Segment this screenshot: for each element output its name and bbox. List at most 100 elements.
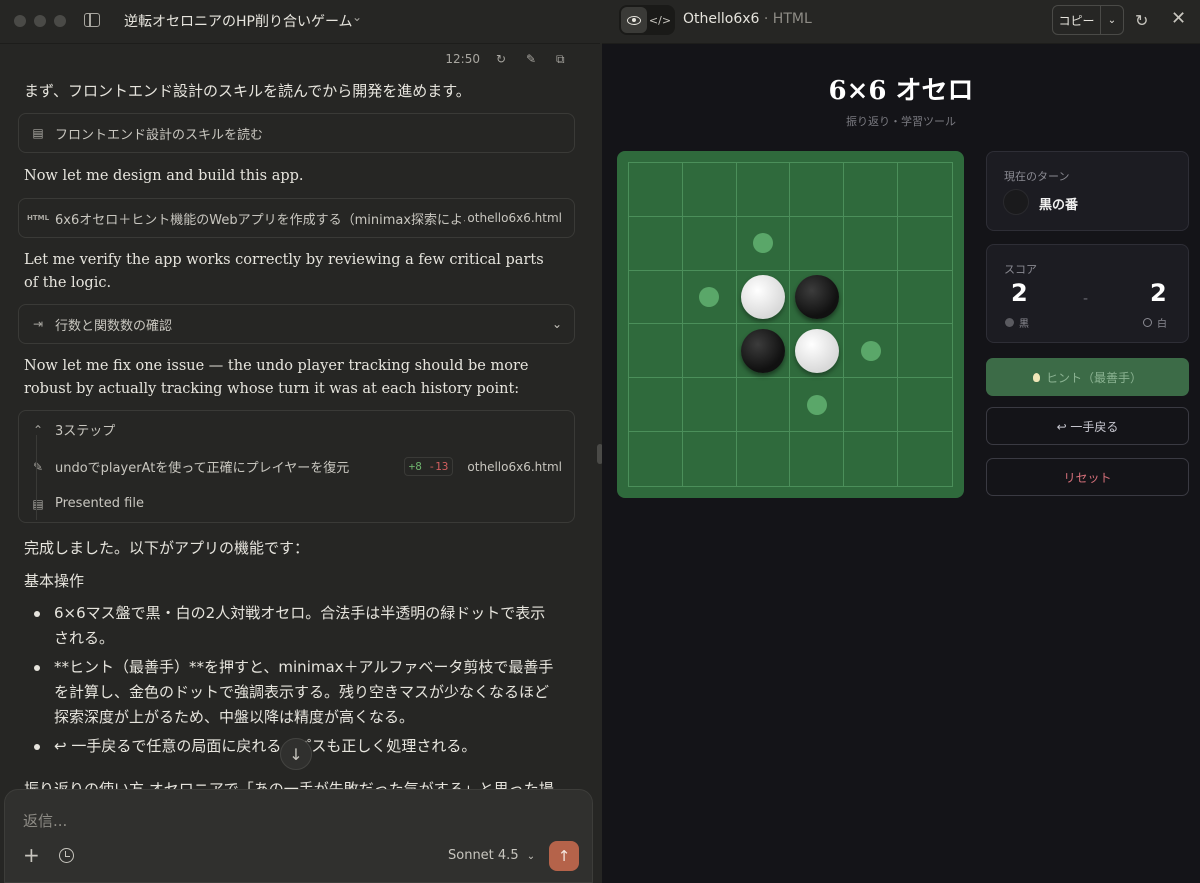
retry-icon[interactable]: ↻: [496, 52, 510, 66]
code-icon: </>: [648, 13, 672, 27]
board-cell[interactable]: [737, 432, 791, 486]
reset-button[interactable]: リセット: [986, 458, 1189, 496]
file-name[interactable]: othello6x6.html: [467, 460, 562, 474]
app-title: 6×6 オセロ: [828, 76, 974, 106]
black-disc: [741, 328, 786, 373]
basic-heading: 基本操作: [24, 572, 85, 590]
board-cell[interactable]: [736, 270, 791, 325]
white-label: 白: [1143, 315, 1167, 330]
board-cell[interactable]: [790, 324, 845, 379]
board-frame: [617, 151, 964, 498]
clock-icon[interactable]: [59, 848, 74, 863]
hint-button[interactable]: ヒント（最善手）: [986, 358, 1189, 396]
message-intro: まず、フロントエンド設計のスキルを読んでから開発を進めます。: [24, 82, 471, 100]
legal-move-dot[interactable]: [753, 233, 774, 254]
board-cell[interactable]: [898, 432, 952, 486]
board-cell[interactable]: [898, 324, 952, 379]
undo-button[interactable]: ↩ 一手戻る: [986, 407, 1189, 445]
legal-move-dot[interactable]: [806, 394, 827, 415]
score-black: 2: [1011, 279, 1028, 307]
copy-icon[interactable]: ⧉: [556, 52, 570, 66]
tool-create-file[interactable]: HTML 6x6オセロ＋ヒント機能のWebアプリを作成する（minimax探索に…: [18, 198, 575, 238]
legal-move-dot[interactable]: [699, 287, 720, 308]
conversation-title[interactable]: 逆転オセロニアのHP削り合いゲーム: [124, 11, 353, 31]
copy-button[interactable]: コピー: [1053, 6, 1101, 34]
board-cell[interactable]: [844, 432, 899, 486]
board-cell[interactable]: [683, 432, 737, 486]
board-cell[interactable]: [790, 163, 845, 217]
board-cell[interactable]: [629, 216, 683, 271]
score-label: スコア: [1004, 263, 1037, 276]
white-disc: [741, 275, 786, 320]
board-cell[interactable]: [898, 378, 952, 433]
chevron-down-icon[interactable]: ⌄: [552, 317, 562, 331]
white-disc: [794, 328, 839, 373]
tool-read-skill[interactable]: ▤ フロントエンド設計のスキルを読む: [18, 113, 575, 153]
tool-check[interactable]: ⇥ 行数と関数数の確認 ⌄: [18, 304, 575, 344]
close-window-dot[interactable]: [14, 15, 26, 27]
board-cell[interactable]: [682, 216, 737, 271]
board-cell[interactable]: [790, 378, 845, 433]
step-presented-label[interactable]: Presented file: [55, 496, 144, 511]
chevron-down-icon[interactable]: ⌄: [352, 10, 362, 24]
edit-icon[interactable]: ✎: [526, 52, 540, 66]
chat-topbar: 逆転オセロニアのHP削り合いゲーム ⌄: [0, 0, 600, 44]
chevron-down-icon[interactable]: ⌄: [1101, 6, 1123, 34]
message-done: 完成しました。以下がアプリの機能です：: [24, 539, 310, 557]
steps-card[interactable]: ⌃ 3ステップ ✎ undoでplayerAtを使って正確にプレイヤーを復元 +…: [18, 410, 575, 523]
send-button[interactable]: ↑: [549, 841, 579, 871]
board-cell[interactable]: [844, 216, 899, 271]
chevron-down-icon: ⌄: [526, 851, 536, 862]
board-cell[interactable]: [629, 378, 683, 433]
scroll-down-button[interactable]: ↓: [280, 738, 312, 770]
board-cell[interactable]: [844, 324, 899, 379]
board-cell[interactable]: [682, 378, 737, 433]
artifact-pane: </> Othello6x6 · HTML コピー ⌄ ↻ ✕ 6×6 オセロ …: [602, 0, 1200, 883]
board-cell[interactable]: [682, 163, 737, 217]
terminal-icon: ⇥: [32, 317, 44, 331]
board-cell[interactable]: [790, 216, 845, 271]
board-cell[interactable]: [736, 324, 791, 379]
board-cell[interactable]: [898, 271, 952, 325]
board-cell[interactable]: [790, 270, 845, 325]
message-verify: Let me verify the app works correctly by…: [24, 252, 544, 291]
refresh-icon[interactable]: ↻: [1135, 11, 1148, 30]
artifact-title: Othello6x6 · HTML: [683, 11, 812, 27]
sidebar-toggle-icon[interactable]: [84, 13, 100, 27]
turn-label: 現在のターン: [1004, 170, 1070, 183]
board-cell[interactable]: [682, 324, 737, 379]
legal-move-dot[interactable]: [860, 340, 881, 361]
lightbulb-icon: [1032, 372, 1040, 382]
board-cell[interactable]: [682, 270, 737, 325]
score-card: スコア 2 - 2 黒 白: [986, 244, 1189, 343]
board-cell[interactable]: [629, 163, 683, 217]
code-tab[interactable]: </>: [647, 7, 673, 33]
board-cell[interactable]: [736, 163, 791, 217]
minimize-window-dot[interactable]: [34, 15, 46, 27]
feature-list: 6×6マス盤で黒・白の2人対戦オセロ。合法手は半透明の緑ドットで表示される。 *…: [24, 601, 554, 759]
board-cell[interactable]: [736, 378, 791, 433]
board-cell[interactable]: [898, 217, 952, 271]
preview-tab[interactable]: [621, 7, 647, 33]
board-cell[interactable]: [898, 163, 952, 217]
diff-badge: +8 -13: [403, 457, 454, 476]
board-cell[interactable]: [790, 432, 845, 486]
model-selector[interactable]: Sonnet 4.5 ⌄: [448, 848, 535, 863]
chevron-up-icon[interactable]: ⌃: [31, 423, 45, 437]
board-cell[interactable]: [629, 270, 683, 325]
board-cell[interactable]: [844, 270, 899, 325]
reply-input[interactable]: 返信...: [23, 810, 67, 831]
file-name[interactable]: othello6x6.html: [467, 211, 562, 225]
maximize-window-dot[interactable]: [54, 15, 66, 27]
steps-label: 3ステップ: [55, 424, 116, 439]
eye-icon: [627, 15, 641, 25]
copy-group: コピー ⌄: [1052, 5, 1124, 35]
plus-icon[interactable]: +: [23, 845, 40, 865]
score-white: 2: [1150, 279, 1167, 307]
board-cell[interactable]: [844, 378, 899, 433]
board-cell[interactable]: [629, 432, 683, 486]
board-cell[interactable]: [844, 163, 899, 217]
board-cell[interactable]: [736, 216, 791, 271]
close-icon[interactable]: ✕: [1171, 8, 1186, 29]
board-cell[interactable]: [629, 324, 683, 379]
